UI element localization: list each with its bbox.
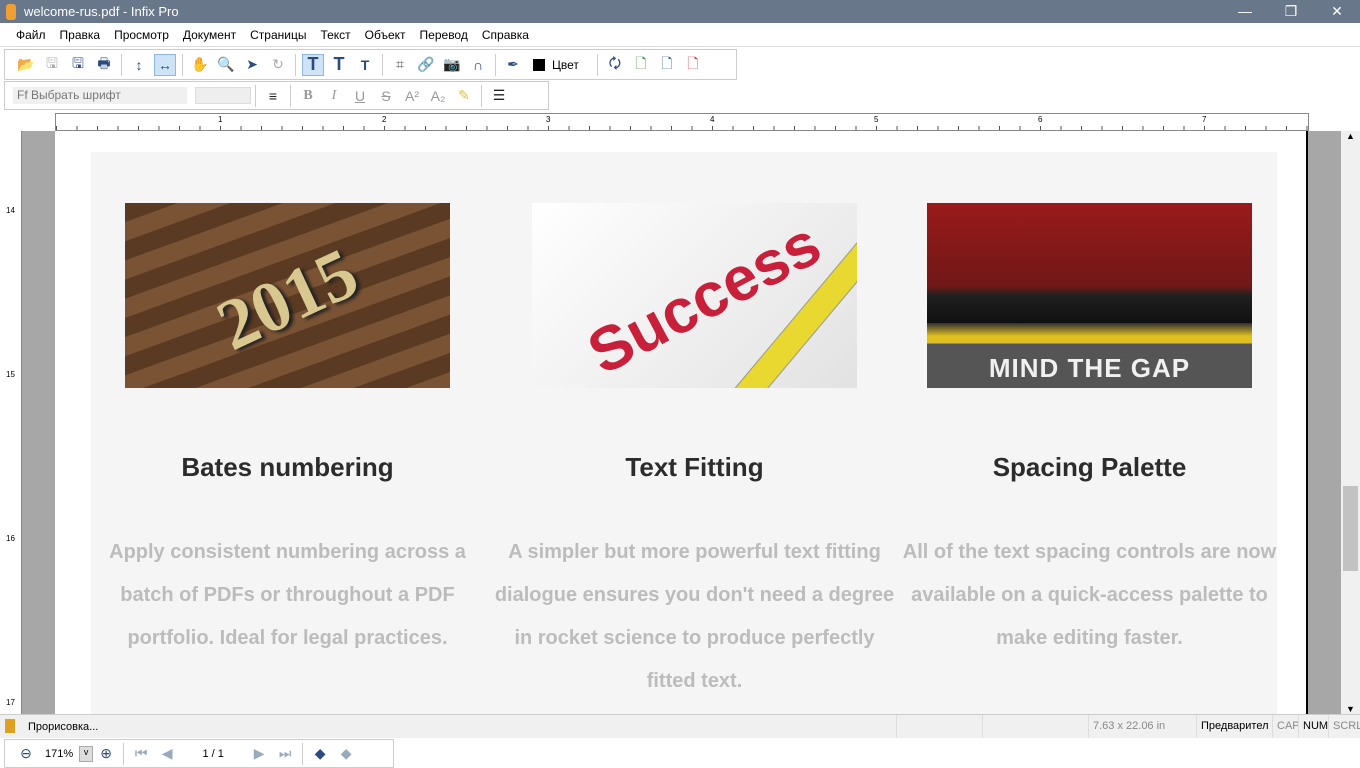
- ruler-tick: 6: [1038, 115, 1043, 124]
- feature-description: A simpler but more powerful text fitting…: [494, 541, 895, 692]
- scrollbar-thumb[interactable]: [1343, 486, 1358, 571]
- ruler-tick: 14: [6, 206, 15, 215]
- snapshot-icon[interactable]: 📷: [441, 54, 463, 76]
- ruler-tick: 15: [6, 370, 15, 379]
- title-bar: welcome-rus.pdf - Infix Pro: [0, 0, 1360, 23]
- menu-object[interactable]: Объект: [365, 28, 406, 42]
- select-arrow-icon[interactable]: ➤: [241, 54, 263, 76]
- link-icon[interactable]: 🔗: [415, 54, 437, 76]
- vertical-ruler: 14 15 16 17: [0, 131, 22, 714]
- feature-heading: Text Fitting: [625, 452, 764, 482]
- zoom-in-icon[interactable]: ⊕: [95, 743, 117, 765]
- back-icon[interactable]: ◆: [309, 743, 331, 765]
- subscript-icon[interactable]: A₂: [427, 85, 449, 107]
- highlight-icon[interactable]: ✎: [453, 85, 475, 107]
- underline-icon[interactable]: U: [349, 85, 371, 107]
- crop-icon[interactable]: ⌗: [389, 54, 411, 76]
- ruler-tick: 5: [874, 115, 879, 124]
- fit-height-icon[interactable]: ↕: [128, 54, 150, 76]
- num-indicator: NUM: [1298, 715, 1332, 738]
- feature-description: Apply consistent numbering across a batc…: [109, 541, 466, 649]
- ruler-tick: 17: [6, 698, 15, 707]
- image-success: Success: [532, 203, 857, 388]
- strikethrough-icon[interactable]: S: [375, 85, 397, 107]
- line-spacing-icon[interactable]: ☰: [488, 85, 510, 107]
- horizontal-ruler: 1 2 3 4 5 6 7: [55, 113, 1309, 131]
- menu-document[interactable]: Документ: [183, 28, 236, 42]
- refresh-page-icon[interactable]: 🗘: [604, 54, 626, 76]
- zoom-dropdown[interactable]: v: [79, 745, 94, 762]
- menu-file[interactable]: Файл: [16, 28, 46, 42]
- italic-icon[interactable]: I: [323, 85, 345, 107]
- menu-translate[interactable]: Перевод: [420, 28, 468, 42]
- page-size: 7.63 x 22.06 in: [1088, 715, 1196, 738]
- ruler-tick: 16: [6, 534, 15, 543]
- vertical-scrollbar[interactable]: ▲ ▼: [1341, 131, 1360, 714]
- menu-help[interactable]: Справка: [482, 28, 529, 42]
- align-left-icon[interactable]: ≡: [262, 85, 284, 107]
- page-indicator[interactable]: 1 / 1: [180, 748, 246, 760]
- rotate-icon[interactable]: ↻: [267, 54, 289, 76]
- app-logo-icon: [6, 3, 16, 20]
- forward-icon[interactable]: ◆: [335, 743, 357, 765]
- close-button[interactable]: ✕: [1314, 0, 1360, 23]
- ruler-tick: 2: [382, 115, 387, 124]
- color-label[interactable]: Цвет: [552, 58, 579, 72]
- scroll-indicator: SCRL: [1328, 715, 1360, 738]
- minimize-button[interactable]: —: [1222, 0, 1268, 23]
- document-page: 2015 Bates numbering Apply consistent nu…: [55, 131, 1308, 714]
- delete-page-icon[interactable]: 🗋: [682, 54, 704, 76]
- open-icon[interactable]: 📂: [15, 54, 37, 76]
- navigation-toolbar: ⊖ 171% v ⊕ ⏮ ◀ 1 / 1 ▶ ⏭ ◆ ◆: [4, 739, 394, 768]
- maximize-button[interactable]: ❐: [1268, 0, 1314, 23]
- menu-pages[interactable]: Страницы: [250, 28, 306, 42]
- zoom-level[interactable]: 171%: [45, 748, 73, 760]
- menu-view[interactable]: Просмотр: [114, 28, 169, 42]
- path-icon[interactable]: ∩: [467, 54, 489, 76]
- menu-text[interactable]: Текст: [320, 28, 350, 42]
- features-card: 2015 Bates numbering Apply consistent nu…: [91, 152, 1277, 714]
- view-mode: Предварител: [1196, 715, 1272, 738]
- font-select[interactable]: Ff Выбрать шрифт: [13, 87, 187, 104]
- next-page-icon[interactable]: ▶: [248, 743, 270, 765]
- ruler-tick: 1: [218, 115, 223, 124]
- hand-tool-icon[interactable]: ✋: [189, 54, 211, 76]
- status-message: Прорисовка...: [28, 720, 99, 733]
- menu-bar: Файл Правка Просмотр Документ Страницы Т…: [0, 23, 1360, 47]
- save-as-icon[interactable]: 🖫: [67, 54, 89, 76]
- add-text-icon[interactable]: T: [328, 54, 350, 76]
- lock-icon: [5, 719, 15, 733]
- menu-edit[interactable]: Правка: [60, 28, 101, 42]
- feature-heading: Bates numbering: [181, 452, 394, 482]
- zoom-out-icon[interactable]: ⊖: [15, 743, 37, 765]
- first-page-icon[interactable]: ⏮: [130, 743, 152, 765]
- eyedropper-icon[interactable]: ✒: [502, 54, 524, 76]
- save-icon[interactable]: 🖫: [41, 54, 63, 76]
- export-page-icon[interactable]: 🗋: [656, 54, 678, 76]
- ruler-tick: 7: [1202, 115, 1207, 124]
- ruler-tick: 3: [546, 115, 551, 124]
- feature-description: All of the text spacing controls are now…: [902, 541, 1277, 649]
- superscript-icon[interactable]: A²: [401, 85, 423, 107]
- main-toolbar: 📂 🖫 🖫 🖶 ↕ ↔ ✋ 🔍 ➤ ↻ T T T ⌗ 🔗 📷 ∩ ✒ Цвет…: [4, 49, 737, 80]
- status-bar: Прорисовка... 7.63 x 22.06 in Предварите…: [0, 714, 1360, 738]
- text-numbering-icon[interactable]: T: [354, 54, 376, 76]
- add-page-icon[interactable]: 🗋: [630, 54, 652, 76]
- image-2015: 2015: [125, 203, 450, 388]
- ruler-tick: 4: [710, 115, 715, 124]
- color-swatch-icon[interactable]: [528, 54, 550, 76]
- prev-page-icon[interactable]: ◀: [156, 743, 178, 765]
- format-toolbar: Ff Выбрать шрифт ≡ B I U S A² A₂ ✎ ☰: [4, 81, 549, 110]
- window-title: welcome-rus.pdf - Infix Pro: [24, 4, 179, 19]
- feature-heading: Spacing Palette: [992, 452, 1187, 482]
- text-tool-icon[interactable]: T: [302, 53, 324, 76]
- fit-width-icon[interactable]: ↔: [154, 53, 176, 76]
- image-mind-the-gap: MIND THE GAP: [927, 203, 1252, 388]
- last-page-icon[interactable]: ⏭: [274, 743, 296, 765]
- font-size-select[interactable]: [195, 87, 251, 104]
- print-icon[interactable]: 🖶: [93, 54, 115, 76]
- bold-icon[interactable]: B: [297, 85, 319, 107]
- zoom-tool-icon[interactable]: 🔍: [215, 54, 237, 76]
